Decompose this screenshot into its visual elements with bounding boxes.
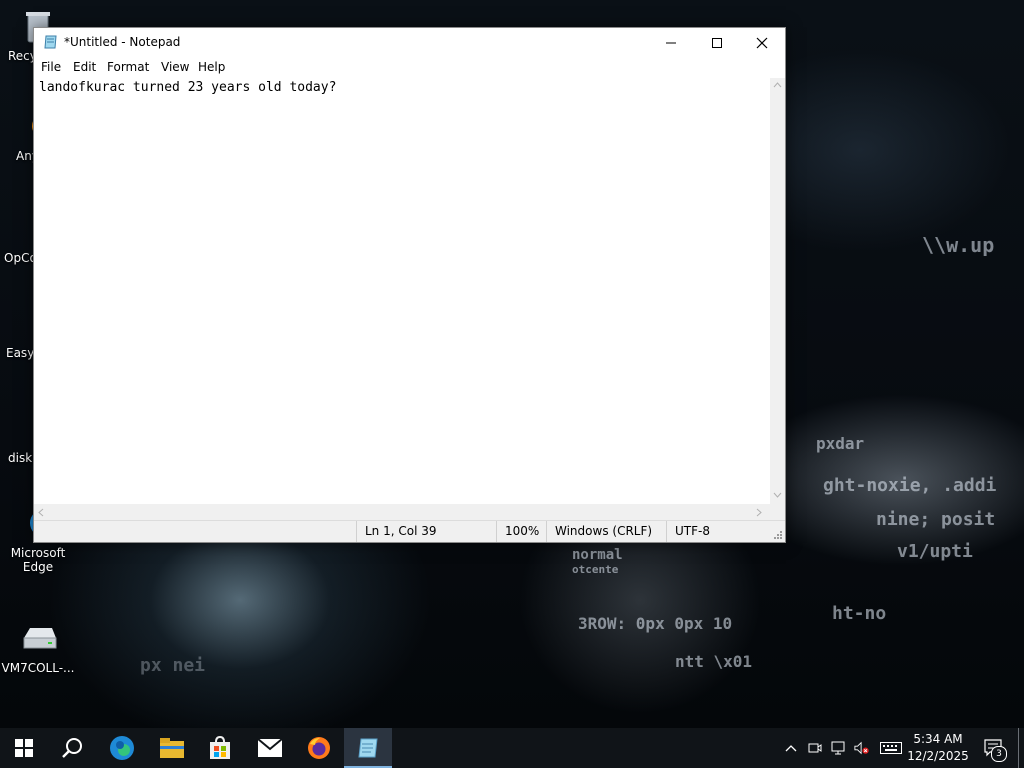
clock[interactable]: 5:34 AM 12/2/2025 — [906, 731, 970, 765]
maximize-icon — [712, 38, 722, 48]
show-hidden-icons-button[interactable] — [783, 740, 799, 756]
wallpaper-text: ntt \x01 — [675, 652, 753, 671]
action-center-button[interactable]: 3 — [983, 738, 1007, 762]
wallpaper-text: ht-no — [832, 603, 887, 624]
volume-button[interactable] — [854, 740, 870, 756]
keyboard-icon — [880, 742, 902, 754]
mail-icon — [258, 739, 282, 757]
taskbar: 5:34 AM 12/2/2025 3 — [0, 728, 1024, 768]
tray-app-button[interactable] — [807, 740, 823, 756]
input-indicator-button[interactable] — [880, 740, 902, 756]
horizontal-scrollbar[interactable] — [34, 504, 770, 520]
minimize-icon — [666, 42, 676, 44]
desktop-icon-label: Microsoft Edge — [10, 546, 66, 574]
taskbar-mail-button[interactable] — [246, 728, 294, 768]
clock-time: 5:34 AM — [913, 732, 963, 746]
start-button[interactable] — [0, 728, 48, 768]
wallpaper-text: pxdar — [816, 434, 865, 453]
menu-format[interactable]: Format — [107, 60, 149, 74]
taskbar-store-button[interactable] — [196, 728, 244, 768]
wallpaper-text: \\w.up — [922, 233, 995, 257]
maximize-button[interactable] — [694, 28, 740, 58]
wallpaper-text: px nei — [140, 655, 206, 676]
title-bar[interactable]: *Untitled - Notepad — [34, 28, 785, 58]
scroll-up-icon[interactable] — [773, 82, 782, 88]
file-explorer-icon — [160, 738, 184, 758]
search-button[interactable] — [48, 728, 96, 768]
clock-date: 12/2/2025 — [907, 749, 969, 763]
wallpaper-text: otcente — [572, 563, 619, 576]
wallpaper-text: v1/upti — [897, 541, 973, 562]
resize-grip-icon[interactable] — [773, 530, 783, 540]
status-line-ending: Windows (CRLF) — [546, 521, 666, 542]
firefox-icon — [308, 737, 330, 759]
desktop-icon-label: VM7COLL-... — [1, 661, 75, 675]
scroll-right-icon[interactable] — [756, 508, 762, 517]
menu-view[interactable]: View — [161, 60, 189, 74]
drive-icon[interactable]: VM7COLL-... — [0, 620, 76, 675]
menu-file[interactable]: File — [41, 60, 61, 74]
vertical-scrollbar[interactable] — [770, 78, 785, 504]
minimize-button[interactable] — [648, 28, 694, 58]
wallpaper-text: ght-noxie, .addi — [823, 475, 997, 496]
close-icon — [756, 37, 768, 49]
taskbar-edge-button[interactable] — [98, 728, 146, 768]
scroll-down-icon[interactable] — [773, 492, 782, 498]
wallpaper-text: 3ROW: 0px 0px 10 — [578, 614, 733, 633]
store-icon — [210, 736, 230, 759]
close-button[interactable] — [739, 28, 785, 58]
notepad-icon — [43, 34, 59, 50]
edge-icon — [110, 736, 134, 760]
status-zoom: 100% — [496, 521, 546, 542]
network-button[interactable] — [831, 740, 847, 756]
menu-help[interactable]: Help — [198, 60, 225, 74]
network-icon — [831, 741, 845, 755]
windows-start-icon — [15, 739, 33, 757]
scroll-left-icon[interactable] — [38, 508, 44, 517]
menu-edit[interactable]: Edit — [73, 60, 96, 74]
window-title: *Untitled - Notepad — [64, 35, 181, 49]
search-icon — [62, 738, 82, 758]
status-bar: Ln 1, Col 39 100% Windows (CRLF) UTF-8 — [34, 520, 785, 542]
volume-muted-icon — [854, 741, 869, 755]
taskbar-firefox-button[interactable] — [295, 728, 343, 768]
status-position: Ln 1, Col 39 — [356, 521, 496, 542]
notification-count-badge: 3 — [991, 746, 1007, 762]
taskbar-file-explorer-button[interactable] — [148, 728, 196, 768]
notepad-icon — [358, 738, 378, 758]
notepad-window[interactable]: *Untitled - Notepad File Edit Format Vie… — [33, 27, 786, 543]
status-encoding: UTF-8 — [666, 521, 771, 542]
webcam-icon — [808, 743, 822, 753]
text-editor[interactable]: landofkurac turned 23 years old today? — [34, 78, 770, 504]
wallpaper-text: normal — [572, 547, 623, 563]
chevron-up-icon — [785, 745, 797, 752]
menu-bar: File Edit Format View Help — [34, 58, 785, 78]
wallpaper-text: nine; posit — [876, 509, 996, 530]
taskbar-notepad-button[interactable] — [344, 728, 392, 768]
show-desktop-button[interactable] — [1018, 728, 1024, 768]
scrollbar-corner — [770, 504, 785, 520]
